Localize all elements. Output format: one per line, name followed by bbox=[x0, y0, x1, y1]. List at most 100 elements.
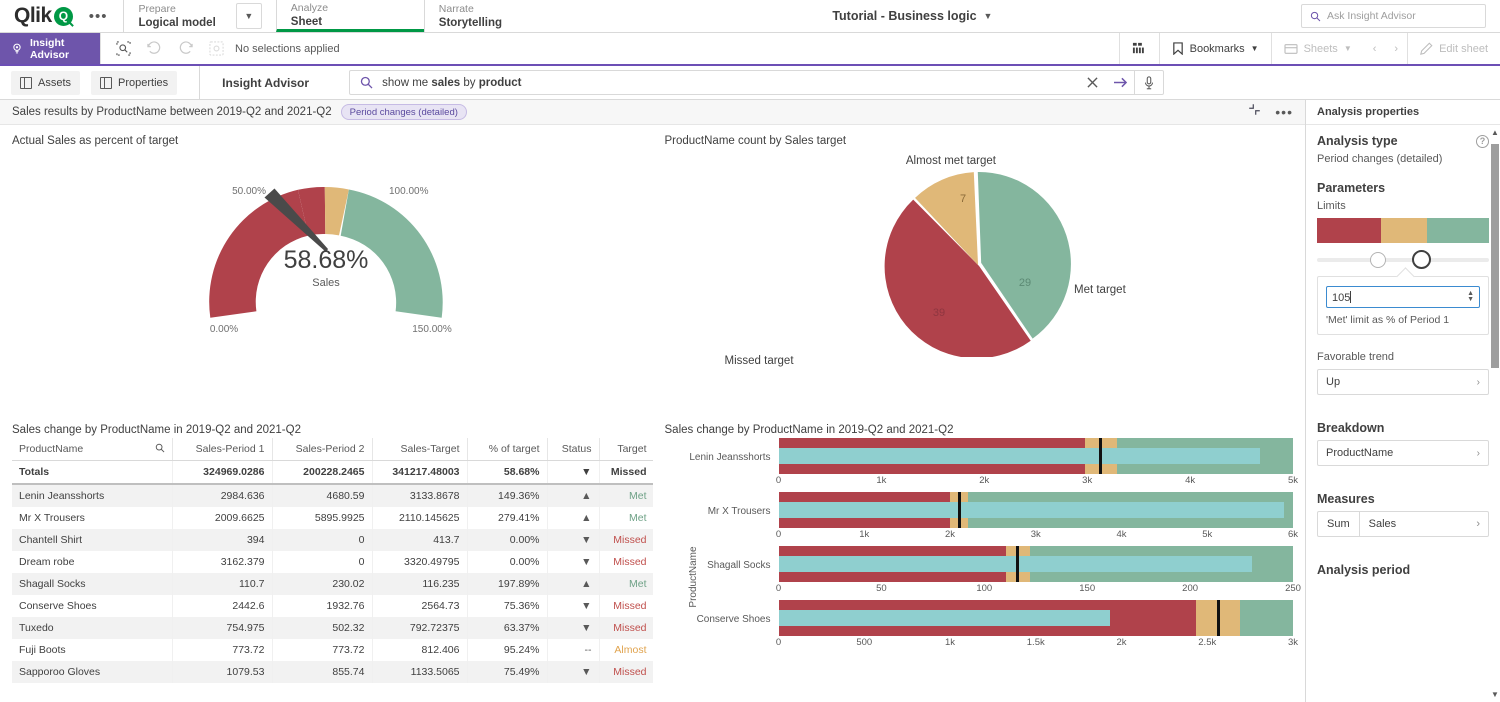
axis-tick: 5k bbox=[1288, 475, 1298, 486]
sheet-grid-button[interactable] bbox=[1119, 33, 1159, 64]
pie-title: ProductName count by Sales target bbox=[665, 135, 1294, 147]
axis-tick: 100 bbox=[976, 583, 992, 594]
clear-search-icon[interactable] bbox=[1078, 71, 1106, 94]
column-search-icon[interactable] bbox=[155, 443, 165, 455]
table-row[interactable]: Conserve Shoes2442.61932.762564.7375.36%… bbox=[12, 595, 653, 617]
bullet-cell: Sales change by ProductName in 2019-Q2 a… bbox=[653, 414, 1306, 702]
th-salestarget[interactable]: Sales-Target bbox=[372, 438, 467, 461]
bullet-axis: 01k2k3k4k5k6k bbox=[779, 528, 1294, 544]
sales-change-table[interactable]: ProductName Sales-Period 1 Sales-Period … bbox=[12, 438, 653, 683]
table-row[interactable]: Sapporoo Gloves1079.53855.741133.506575.… bbox=[12, 661, 653, 683]
table-row[interactable]: Shagall Socks110.7230.02116.235197.89%▲M… bbox=[12, 573, 653, 595]
scroll-up-icon[interactable]: ▲ bbox=[1491, 128, 1499, 137]
table-row[interactable]: Dream robe3162.37903320.497950.00%▼Misse… bbox=[12, 551, 653, 573]
breakdown-value: ProductName bbox=[1326, 447, 1393, 459]
stepper-icon[interactable]: ▲▼ bbox=[1467, 291, 1474, 303]
analysis-card-title: Sales results by ProductName between 201… bbox=[12, 106, 332, 118]
table-row[interactable]: Tuxedo754.975502.32792.7237563.37%▼Misse… bbox=[12, 617, 653, 639]
limits-slider[interactable] bbox=[1317, 250, 1489, 270]
chevron-down-icon[interactable]: ▼ bbox=[984, 11, 993, 21]
th-period1[interactable]: Sales-Period 1 bbox=[172, 438, 272, 461]
th-period2[interactable]: Sales-Period 2 bbox=[272, 438, 372, 461]
bullet-body: 01k2k3k4k5k6k bbox=[779, 492, 1294, 544]
favorable-trend-select[interactable]: Up › bbox=[1317, 369, 1489, 395]
table-row[interactable]: Mr X Trousers2009.66255895.99252110.1456… bbox=[12, 507, 653, 529]
visualization-grid: Actual Sales as percent of target 50.00% bbox=[0, 125, 1305, 702]
cell-productname: Tuxedo bbox=[12, 617, 172, 639]
limit-value-input[interactable]: 105 ▲▼ bbox=[1326, 286, 1480, 308]
app-title[interactable]: Tutorial - Business logic ▼ bbox=[524, 0, 1301, 32]
th-status[interactable]: Status bbox=[547, 438, 599, 461]
cell-sales-period-1: 773.72 bbox=[172, 639, 272, 661]
bullet-row[interactable]: Conserve Shoes05001k1.5k2k2.5k3k bbox=[687, 600, 1294, 652]
cell-sales-period-2: 502.32 bbox=[272, 617, 372, 639]
slider-knob-met[interactable] bbox=[1412, 250, 1431, 269]
properties-button[interactable]: Properties bbox=[91, 71, 177, 95]
submit-search-icon[interactable] bbox=[1106, 71, 1134, 94]
lightbulb-icon bbox=[11, 42, 23, 55]
cell-status: ▼ bbox=[547, 661, 599, 683]
cell--of-target: 197.89% bbox=[467, 573, 547, 595]
section-title: Insight Advisor bbox=[199, 66, 339, 100]
table-row[interactable]: Chantell Shirt3940413.70.00%▼Missed bbox=[12, 529, 653, 551]
cell-productname: Lenin Jeansshorts bbox=[12, 484, 172, 507]
nav-prepare[interactable]: Prepare Logical model ▼ bbox=[123, 0, 275, 32]
bullet-row[interactable]: Shagall Socks050100150200250 bbox=[687, 546, 1294, 598]
chevron-down-icon[interactable]: ▼ bbox=[1251, 44, 1259, 53]
bullet-row[interactable]: Mr X Trousers01k2k3k4k5k6k bbox=[687, 492, 1294, 544]
scrollbar-thumb[interactable] bbox=[1491, 144, 1499, 368]
qlik-logo[interactable]: Qlik Q bbox=[14, 4, 73, 28]
th-productname[interactable]: ProductName bbox=[12, 438, 172, 461]
more-options-icon[interactable]: ••• bbox=[1275, 104, 1293, 120]
status-badge: Met bbox=[599, 507, 653, 529]
query-term-dimension: product bbox=[479, 77, 522, 89]
nav-analyze[interactable]: Analyze Sheet bbox=[276, 0, 424, 32]
assets-button[interactable]: Assets bbox=[11, 71, 80, 95]
ask-insight-advisor-input[interactable]: Ask Insight Advisor bbox=[1301, 4, 1486, 28]
collapse-icon[interactable] bbox=[1248, 103, 1261, 121]
cell-sales-target: 413.7 bbox=[372, 529, 467, 551]
th-target[interactable]: Target bbox=[599, 438, 653, 461]
cell-sales-period-1: 2009.6625 bbox=[172, 507, 272, 529]
toolbar-right-group: Bookmarks ▼ Sheets ▼ ‹ › Edit sheet bbox=[1119, 33, 1500, 64]
selections-tool-icon[interactable] bbox=[115, 40, 132, 57]
search-input[interactable]: show me sales by product bbox=[350, 76, 1078, 89]
panel-scrollbar[interactable]: ▲ ▼ bbox=[1491, 128, 1499, 699]
help-icon[interactable]: ? bbox=[1476, 135, 1489, 148]
search-icon bbox=[1310, 11, 1321, 22]
card-header-actions: ••• bbox=[1248, 103, 1293, 121]
pie-cell: ProductName count by Sales target 29 39 bbox=[653, 125, 1306, 414]
cell-productname: Fuji Boots bbox=[12, 639, 172, 661]
cell-sales-period-2: 230.02 bbox=[272, 573, 372, 595]
insight-search-box[interactable]: show me sales by product bbox=[349, 70, 1164, 95]
axis-tick: 1k bbox=[945, 637, 955, 648]
bookmarks-button[interactable]: Bookmarks ▼ bbox=[1159, 33, 1271, 64]
limits-label: Limits bbox=[1317, 200, 1489, 212]
bullet-body: 01k2k3k4k5k bbox=[779, 438, 1294, 490]
sheets-button: Sheets ▼ bbox=[1271, 33, 1364, 64]
cell--of-target: 0.00% bbox=[467, 529, 547, 551]
voice-search-icon[interactable] bbox=[1135, 71, 1163, 94]
pie-chart[interactable]: 29 39 7 Met target Almost met target Mis… bbox=[665, 149, 1294, 359]
axis-tick: 5k bbox=[1202, 529, 1212, 540]
chevron-down-icon[interactable]: ▼ bbox=[236, 3, 262, 29]
scroll-down-icon[interactable]: ▼ bbox=[1491, 690, 1499, 699]
th-pct-of-target[interactable]: % of target bbox=[467, 438, 547, 461]
nav-narrate[interactable]: Narrate Storytelling bbox=[424, 0, 524, 32]
gauge-chart[interactable]: 50.00% 100.00% 0.00% 150.00% 58.68% Sale… bbox=[12, 149, 641, 354]
table-row[interactable]: Fuji Boots773.72773.72812.40695.24%--Alm… bbox=[12, 639, 653, 661]
slider-knob-missed[interactable] bbox=[1370, 252, 1386, 268]
bullet-chart[interactable]: ProductName Lenin Jeansshorts01k2k3k4k5k… bbox=[665, 438, 1294, 702]
table-row[interactable]: Lenin Jeansshorts2984.6364680.593133.867… bbox=[12, 484, 653, 507]
insight-search-row: Assets Properties Insight Advisor show m… bbox=[0, 66, 1500, 100]
breakdown-select[interactable]: ProductName › bbox=[1317, 440, 1489, 466]
chevron-right-icon: › bbox=[1477, 377, 1480, 388]
ellipsis-icon[interactable]: ••• bbox=[83, 8, 114, 25]
nav-prepare-kicker: Prepare bbox=[138, 2, 215, 16]
analysis-properties-body: Analysis type ? Period changes (detailed… bbox=[1306, 125, 1500, 702]
measure-select[interactable]: Sum Sales › bbox=[1317, 511, 1489, 537]
bullet-row[interactable]: Lenin Jeansshorts01k2k3k4k5k bbox=[687, 438, 1294, 490]
analysis-type-badge[interactable]: Period changes (detailed) bbox=[341, 104, 467, 120]
totals-cell-3: 341217.48003 bbox=[372, 460, 467, 484]
insight-advisor-badge[interactable]: Insight Advisor bbox=[0, 33, 100, 64]
